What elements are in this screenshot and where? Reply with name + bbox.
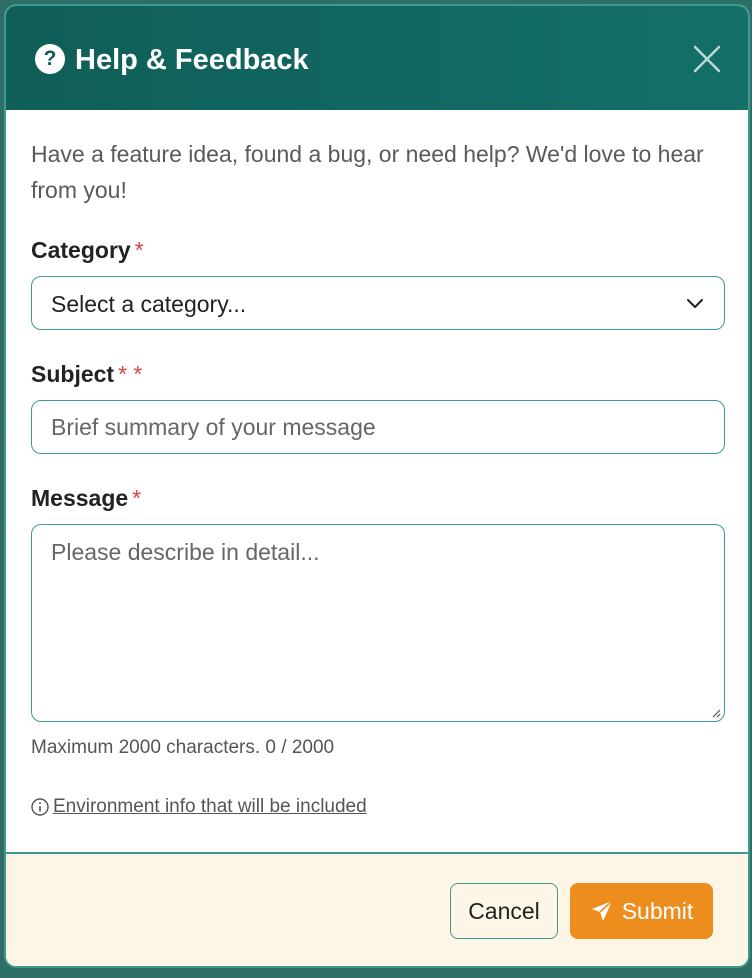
required-marker: * *	[118, 361, 143, 387]
submit-button[interactable]: Submit	[570, 883, 713, 939]
dialog-title: Help & Feedback	[75, 44, 309, 76]
subject-input[interactable]	[31, 400, 725, 454]
question-circle-icon: ?	[35, 44, 65, 74]
message-textarea[interactable]	[31, 524, 725, 722]
message-label: Message *	[31, 483, 141, 513]
help-feedback-dialog: ? Help & Feedback Have a feature idea, f…	[4, 4, 750, 968]
cancel-button[interactable]: Cancel	[450, 883, 558, 939]
message-label-text: Message	[31, 485, 129, 511]
category-label: Category *	[31, 235, 144, 265]
chevron-down-icon	[687, 299, 703, 308]
environment-info-link[interactable]: Environment info that will be included	[53, 795, 367, 819]
resize-grip-icon[interactable]	[711, 708, 721, 718]
close-icon	[693, 45, 721, 73]
close-button[interactable]	[690, 42, 724, 76]
category-select-value: Select a category...	[51, 291, 247, 317]
required-marker: *	[132, 485, 142, 511]
submit-button-label: Submit	[621, 897, 694, 924]
paper-plane-icon	[591, 900, 613, 921]
environment-info-toggle[interactable]: Environment info that will be included	[31, 795, 367, 819]
dialog-header: ? Help & Feedback	[6, 6, 748, 110]
character-count-hint: Maximum 2000 characters. 0 / 2000	[31, 737, 335, 758]
category-label-text: Category	[31, 237, 131, 263]
category-select[interactable]: Select a category...	[31, 276, 725, 330]
intro-text: Have a feature idea, found a bug, or nee…	[31, 141, 704, 203]
required-marker: *	[134, 237, 144, 263]
subject-label-text: Subject	[31, 361, 115, 387]
subject-label: Subject * *	[31, 359, 142, 389]
info-circle-icon	[31, 798, 49, 816]
